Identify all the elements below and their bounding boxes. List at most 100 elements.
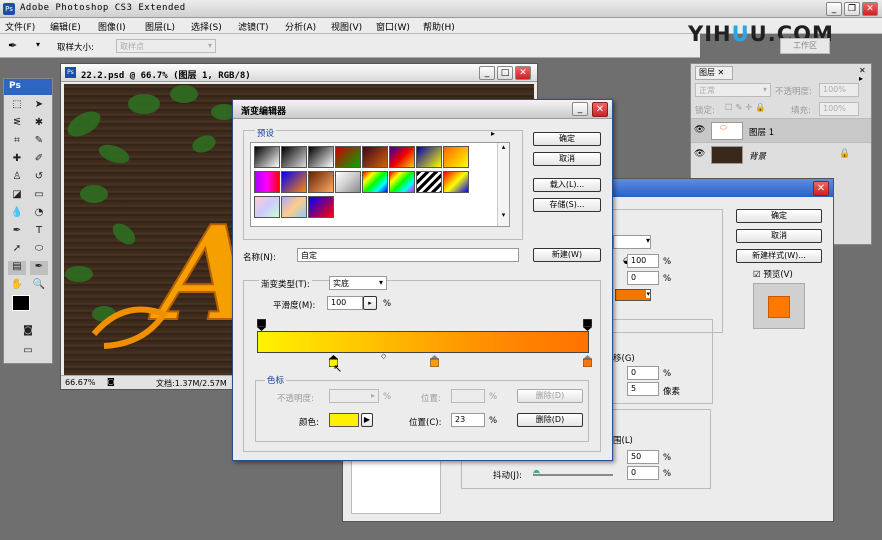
doc-minimize-button[interactable]: _ bbox=[479, 66, 495, 80]
style-value-field[interactable]: 100 bbox=[627, 254, 659, 268]
tool-preset-arrow-icon[interactable]: ▾ bbox=[36, 40, 40, 49]
preset-swatch[interactable] bbox=[281, 146, 307, 168]
style-cancel-button[interactable]: 取消 bbox=[736, 229, 822, 243]
stop-location-field[interactable] bbox=[451, 389, 485, 403]
layer-row[interactable]: 👁 背景 🔒 bbox=[691, 142, 871, 166]
color-delete-button[interactable]: 删除(D) bbox=[517, 413, 583, 427]
menu-file[interactable]: 文件(F) bbox=[5, 20, 35, 33]
minimize-button[interactable]: _ bbox=[826, 2, 842, 16]
gradient-cancel-button[interactable]: 取消 bbox=[533, 152, 601, 166]
zoom-level[interactable]: 66.67% bbox=[65, 378, 96, 387]
preset-swatch[interactable] bbox=[335, 146, 361, 168]
style-ok-button[interactable]: 确定 bbox=[736, 209, 822, 223]
gradient-name-field[interactable]: 自定 bbox=[297, 248, 519, 262]
panel-menu-icon[interactable]: ▸ bbox=[859, 74, 863, 83]
preset-swatch[interactable] bbox=[254, 171, 280, 193]
offset-field[interactable]: 5 bbox=[627, 382, 659, 396]
style-color-swatch[interactable]: ▾ bbox=[615, 289, 651, 301]
gradient-new-button[interactable]: 新建(W) bbox=[533, 248, 601, 262]
jitter-slider-thumb-icon[interactable]: ◓ bbox=[533, 468, 540, 477]
opacity-field[interactable]: 100% bbox=[819, 83, 859, 97]
presets-scrollbar[interactable]: ▴ ▾ bbox=[497, 143, 509, 226]
doc-maximize-button[interactable]: □ bbox=[497, 66, 513, 80]
eye-icon[interactable]: 👁 bbox=[694, 149, 705, 159]
styles-list[interactable] bbox=[351, 459, 441, 514]
menu-edit[interactable]: 编辑(E) bbox=[50, 20, 81, 33]
menu-help[interactable]: 帮助(H) bbox=[423, 20, 455, 33]
preset-swatch[interactable] bbox=[362, 171, 388, 193]
menu-view[interactable]: 视图(V) bbox=[331, 20, 362, 33]
preset-swatch[interactable] bbox=[389, 146, 415, 168]
magic-wand-tool-icon[interactable]: ✱ bbox=[30, 117, 48, 131]
lasso-tool-icon[interactable]: ᓬ bbox=[8, 117, 26, 131]
gradient-preview-bar[interactable] bbox=[257, 331, 589, 353]
menu-filter[interactable]: 滤镜(T) bbox=[238, 20, 269, 33]
status-menu-icon[interactable]: ◙ bbox=[107, 377, 115, 386]
eye-icon[interactable]: 👁 bbox=[694, 125, 705, 135]
brush-tool-icon[interactable]: ✐ bbox=[30, 153, 48, 167]
preset-swatch[interactable] bbox=[308, 196, 334, 218]
opacity-stop-marker[interactable] bbox=[257, 319, 266, 331]
gradient-load-button[interactable]: 载入(L)... bbox=[533, 178, 601, 192]
preview-checkbox[interactable]: ☑ 预览(V) bbox=[753, 268, 793, 280]
preset-swatch[interactable] bbox=[281, 196, 307, 218]
menu-layer[interactable]: 图层(L) bbox=[145, 20, 175, 33]
gradient-ok-button[interactable]: 确定 bbox=[533, 132, 601, 146]
jitter-slider[interactable] bbox=[533, 474, 613, 476]
sample-size-select[interactable]: 取样点 ▾ bbox=[116, 39, 216, 53]
doc-close-button[interactable]: ✕ bbox=[515, 66, 531, 80]
gradient-tool-icon[interactable]: ▭ bbox=[30, 189, 48, 203]
notes-tool-icon[interactable]: ▤ bbox=[8, 261, 26, 275]
fill-field[interactable]: 100% bbox=[819, 102, 859, 116]
blur-tool-icon[interactable]: 💧 bbox=[8, 207, 26, 221]
preset-swatch[interactable] bbox=[443, 146, 469, 168]
preset-swatch[interactable] bbox=[362, 146, 388, 168]
preset-swatch[interactable] bbox=[254, 196, 280, 218]
quick-mask-icon[interactable]: ◙ bbox=[18, 325, 38, 339]
preset-swatch[interactable] bbox=[416, 146, 442, 168]
eraser-tool-icon[interactable]: ◪ bbox=[8, 189, 26, 203]
menu-image[interactable]: 图像(I) bbox=[98, 20, 126, 33]
preset-swatch[interactable] bbox=[308, 146, 334, 168]
jitter-field[interactable]: 0 bbox=[627, 466, 659, 480]
close-button[interactable]: ✕ bbox=[862, 2, 878, 16]
preset-swatch[interactable] bbox=[443, 171, 469, 193]
menu-select[interactable]: 选择(S) bbox=[191, 20, 222, 33]
preset-swatch[interactable] bbox=[308, 171, 334, 193]
eyedropper-tool-icon[interactable]: ✒ bbox=[30, 261, 48, 275]
restore-button[interactable]: ❐ bbox=[844, 2, 860, 16]
color-stop-marker[interactable] bbox=[430, 355, 439, 367]
preset-swatch[interactable] bbox=[389, 171, 415, 193]
eyedropper-icon[interactable]: ✒ bbox=[8, 39, 17, 52]
color-location-field[interactable]: 23 bbox=[451, 413, 485, 427]
gradient-save-button[interactable]: 存储(S)... bbox=[533, 198, 601, 212]
color-stop-marker[interactable] bbox=[583, 355, 592, 367]
gradient-type-select[interactable]: 实底 ▾ bbox=[329, 276, 387, 290]
style-select[interactable]: ▾ bbox=[613, 235, 651, 249]
stop-color-menu-icon[interactable]: ▶ bbox=[361, 413, 373, 427]
screen-mode-icon[interactable]: ▭ bbox=[16, 345, 40, 359]
dodge-tool-icon[interactable]: ◔ bbox=[30, 207, 48, 221]
type-tool-icon[interactable]: T bbox=[30, 225, 48, 239]
shape-tool-icon[interactable]: ⬭ bbox=[30, 243, 48, 257]
layer-style-close-button[interactable]: ✕ bbox=[813, 181, 829, 196]
slice-tool-icon[interactable]: ✎ bbox=[30, 135, 48, 149]
preset-swatch[interactable] bbox=[281, 171, 307, 193]
stamp-tool-icon[interactable]: ♙ bbox=[8, 171, 26, 185]
opacity-stop-marker[interactable] bbox=[583, 319, 592, 331]
workspace-button[interactable]: 工作区 bbox=[780, 38, 830, 54]
preset-swatch[interactable] bbox=[335, 171, 361, 193]
history-brush-icon[interactable]: ↺ bbox=[30, 171, 48, 185]
range-field[interactable]: 50 bbox=[627, 450, 659, 464]
opacity-delete-button[interactable]: 删除(D) bbox=[517, 389, 583, 403]
presets-menu-icon[interactable]: ▸ bbox=[491, 129, 495, 138]
offset-field[interactable]: 0 bbox=[627, 366, 659, 380]
preset-swatch[interactable] bbox=[416, 171, 442, 193]
smoothness-stepper[interactable]: ▸ bbox=[363, 296, 377, 310]
preset-swatch[interactable] bbox=[254, 146, 280, 168]
pen-tool-icon[interactable]: ✒ bbox=[8, 225, 26, 239]
move-tool-icon[interactable]: ➤ bbox=[30, 99, 48, 113]
layer-row[interactable]: 👁 ⬭ 图层 1 bbox=[691, 118, 871, 142]
layers-tab[interactable]: 图层 ✕ bbox=[695, 66, 733, 80]
smoothness-field[interactable]: 100 bbox=[327, 296, 363, 310]
